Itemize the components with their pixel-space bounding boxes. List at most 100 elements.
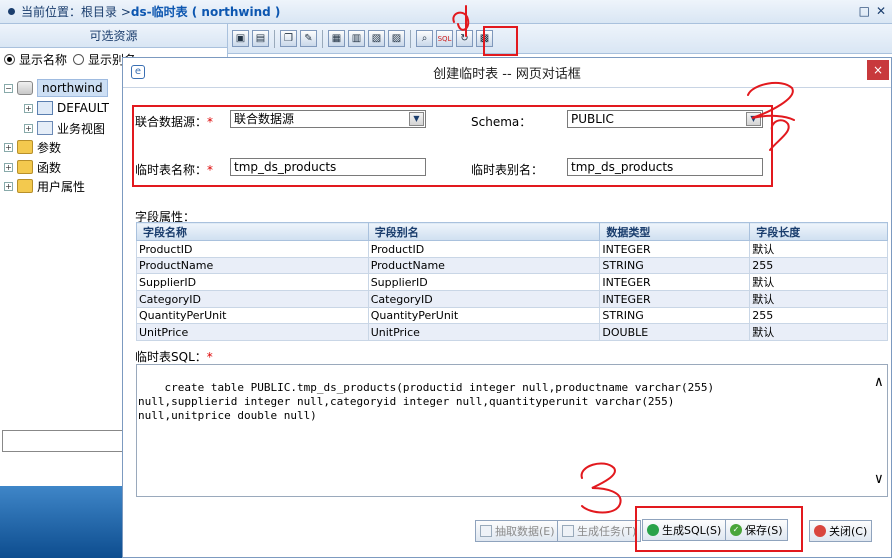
expand-icon[interactable]: + (24, 103, 33, 113)
annotation-box-2 (132, 105, 773, 187)
toolbar-separator (274, 29, 275, 48)
tree-item-functions[interactable]: + 函数 (4, 157, 61, 177)
extract-icon (480, 525, 492, 537)
cell-field-length[interactable]: 255 (749, 307, 888, 324)
cell-field-name: ProductID (136, 240, 369, 258)
tree-item-label: DEFAULT (57, 101, 109, 115)
export-icon[interactable]: ▨ (388, 30, 405, 47)
cell-field-name: QuantityPerUnit (136, 307, 369, 324)
properties-icon[interactable]: ▥ (348, 30, 365, 47)
cell-data-type[interactable]: STRING (599, 307, 751, 324)
table-row[interactable]: CategoryID CategoryID INTEGER 默认 (136, 290, 888, 308)
table-row[interactable]: SupplierID SupplierID INTEGER 默认 (136, 273, 888, 291)
cell-field-alias[interactable]: SupplierID (367, 273, 601, 291)
cell-data-type[interactable]: STRING (599, 257, 751, 274)
table-header-row: 字段名称 字段别名 数据类型 字段长度 (136, 222, 888, 241)
cell-field-alias[interactable]: ProductName (367, 257, 601, 274)
create-temp-table-dialog: e 创建临时表 -- 网页对话框 × 联合数据源：* 联合数据源 ▼ Schem… (122, 57, 892, 558)
extract-data-button[interactable]: 抽取数据(E) (475, 520, 560, 542)
tree-item-label: northwind (37, 79, 108, 97)
cell-field-name: SupplierID (136, 273, 369, 291)
edit-icon[interactable]: ✎ (300, 30, 317, 47)
cell-data-type[interactable]: INTEGER (599, 290, 751, 308)
expand-icon[interactable]: + (4, 181, 13, 191)
generate-task-button[interactable]: 生成任务(T) (557, 520, 642, 542)
cell-field-length[interactable]: 默认 (749, 290, 888, 308)
refresh-icon[interactable]: ↻ (456, 30, 473, 47)
decorative-banner (0, 486, 122, 558)
table-row[interactable]: ProductID ProductID INTEGER 默认 (136, 240, 888, 258)
temp-table-sql-label: 临时表SQL：* (135, 350, 213, 364)
field-properties-table: 字段名称 字段别名 数据类型 字段长度 ProductID ProductID … (136, 222, 888, 341)
radio-show-name[interactable] (4, 53, 15, 65)
cell-field-name: UnitPrice (136, 323, 369, 341)
close-button[interactable]: 关闭(C) (809, 520, 873, 542)
dialog-title: 创建临时表 -- 网页对话框 (433, 67, 581, 82)
cell-field-alias[interactable]: ProductID (367, 240, 601, 258)
copy-icon[interactable]: ❐ (280, 30, 297, 47)
maximize-icon[interactable]: □ (859, 4, 870, 18)
col-header-data-type[interactable]: 数据类型 (599, 222, 751, 241)
table-row[interactable]: QuantityPerUnit QuantityPerUnit STRING 2… (136, 307, 888, 324)
toolbar-separator (322, 29, 323, 48)
tree-item-label: 参数 (37, 140, 62, 155)
col-header-field-length[interactable]: 字段长度 (749, 222, 888, 241)
cell-data-type[interactable]: INTEGER (599, 240, 751, 258)
bullet-icon (8, 8, 15, 15)
table-row[interactable]: UnitPrice UnitPrice DOUBLE 默认 (136, 323, 888, 341)
cell-field-length[interactable]: 默认 (749, 273, 888, 291)
cell-field-length[interactable]: 255 (749, 257, 888, 274)
scroll-down-icon[interactable]: ∨ (875, 472, 883, 486)
cell-field-name: CategoryID (136, 290, 369, 308)
collapse-icon[interactable]: − (4, 83, 13, 93)
breadcrumb-current[interactable]: ds-临时表 ( northwind ) (131, 3, 281, 20)
cell-field-name: ProductName (136, 257, 369, 274)
cell-field-alias[interactable]: UnitPrice (367, 323, 601, 341)
radio-show-alias[interactable] (73, 53, 85, 65)
tree-item-label: 用户属性 (37, 179, 86, 194)
user-attribute-icon (17, 179, 33, 193)
annotation-box-1 (483, 26, 518, 56)
dialog-title-bar: e 创建临时表 -- 网页对话框 × (123, 58, 891, 88)
radio-show-name-label: 显示名称 (19, 52, 68, 67)
view-icon (37, 121, 53, 135)
sql-text: create table PUBLIC.tmp_ds_products(prod… (138, 381, 715, 422)
tree-item-business-view[interactable]: + 业务视图 (24, 118, 105, 138)
cell-field-length[interactable]: 默认 (749, 240, 888, 258)
search-icon[interactable]: ⌕ (416, 30, 433, 47)
table-icon (37, 101, 53, 115)
window-controls: □ ✕ (859, 4, 886, 18)
browser-page-icon: e (131, 65, 145, 79)
tree-item-default[interactable]: + DEFAULT (24, 98, 109, 118)
tree-item-northwind[interactable]: − northwind (4, 78, 108, 98)
expand-icon[interactable]: + (4, 162, 13, 172)
close-window-icon[interactable]: ✕ (876, 4, 886, 18)
function-icon (17, 160, 33, 174)
expand-icon[interactable]: + (4, 142, 13, 152)
temp-table-sql-textarea[interactable]: create table PUBLIC.tmp_ds_products(prod… (136, 364, 888, 497)
chart-icon[interactable]: ▧ (368, 30, 385, 47)
cell-field-length[interactable]: 默认 (749, 323, 888, 341)
editor-toolbar: ▣ ▤ ❐ ✎ ▦ ▥ ▧ ▨ ⌕ SQL ↻ ▩ (228, 24, 892, 54)
grid-icon[interactable]: ▦ (328, 30, 345, 47)
save-icon[interactable]: ▣ (232, 30, 249, 47)
col-header-field-name[interactable]: 字段名称 (136, 222, 369, 241)
close-icon (814, 525, 826, 537)
parameter-icon (17, 140, 33, 154)
dialog-close-button[interactable]: × (867, 60, 889, 80)
cell-field-alias[interactable]: CategoryID (367, 290, 601, 308)
tree-item-parameters[interactable]: + 参数 (4, 137, 61, 157)
breadcrumb-bar: 当前位置：根目录 > ds-临时表 ( northwind ) □ ✕ (0, 0, 892, 24)
cell-data-type[interactable]: INTEGER (599, 273, 751, 291)
table-row[interactable]: ProductName ProductName STRING 255 (136, 257, 888, 274)
expand-icon[interactable]: + (24, 123, 33, 133)
scroll-up-icon[interactable]: ∧ (875, 375, 883, 389)
tree-item-user-attributes[interactable]: + 用户属性 (4, 176, 85, 196)
resource-panel-header: 可选资源 (0, 24, 227, 48)
sql-icon[interactable]: SQL (436, 30, 453, 47)
cell-data-type[interactable]: DOUBLE (599, 323, 751, 341)
toolbar-separator (410, 29, 411, 48)
save-as-icon[interactable]: ▤ (252, 30, 269, 47)
cell-field-alias[interactable]: QuantityPerUnit (367, 307, 601, 324)
col-header-field-alias[interactable]: 字段别名 (367, 222, 601, 241)
